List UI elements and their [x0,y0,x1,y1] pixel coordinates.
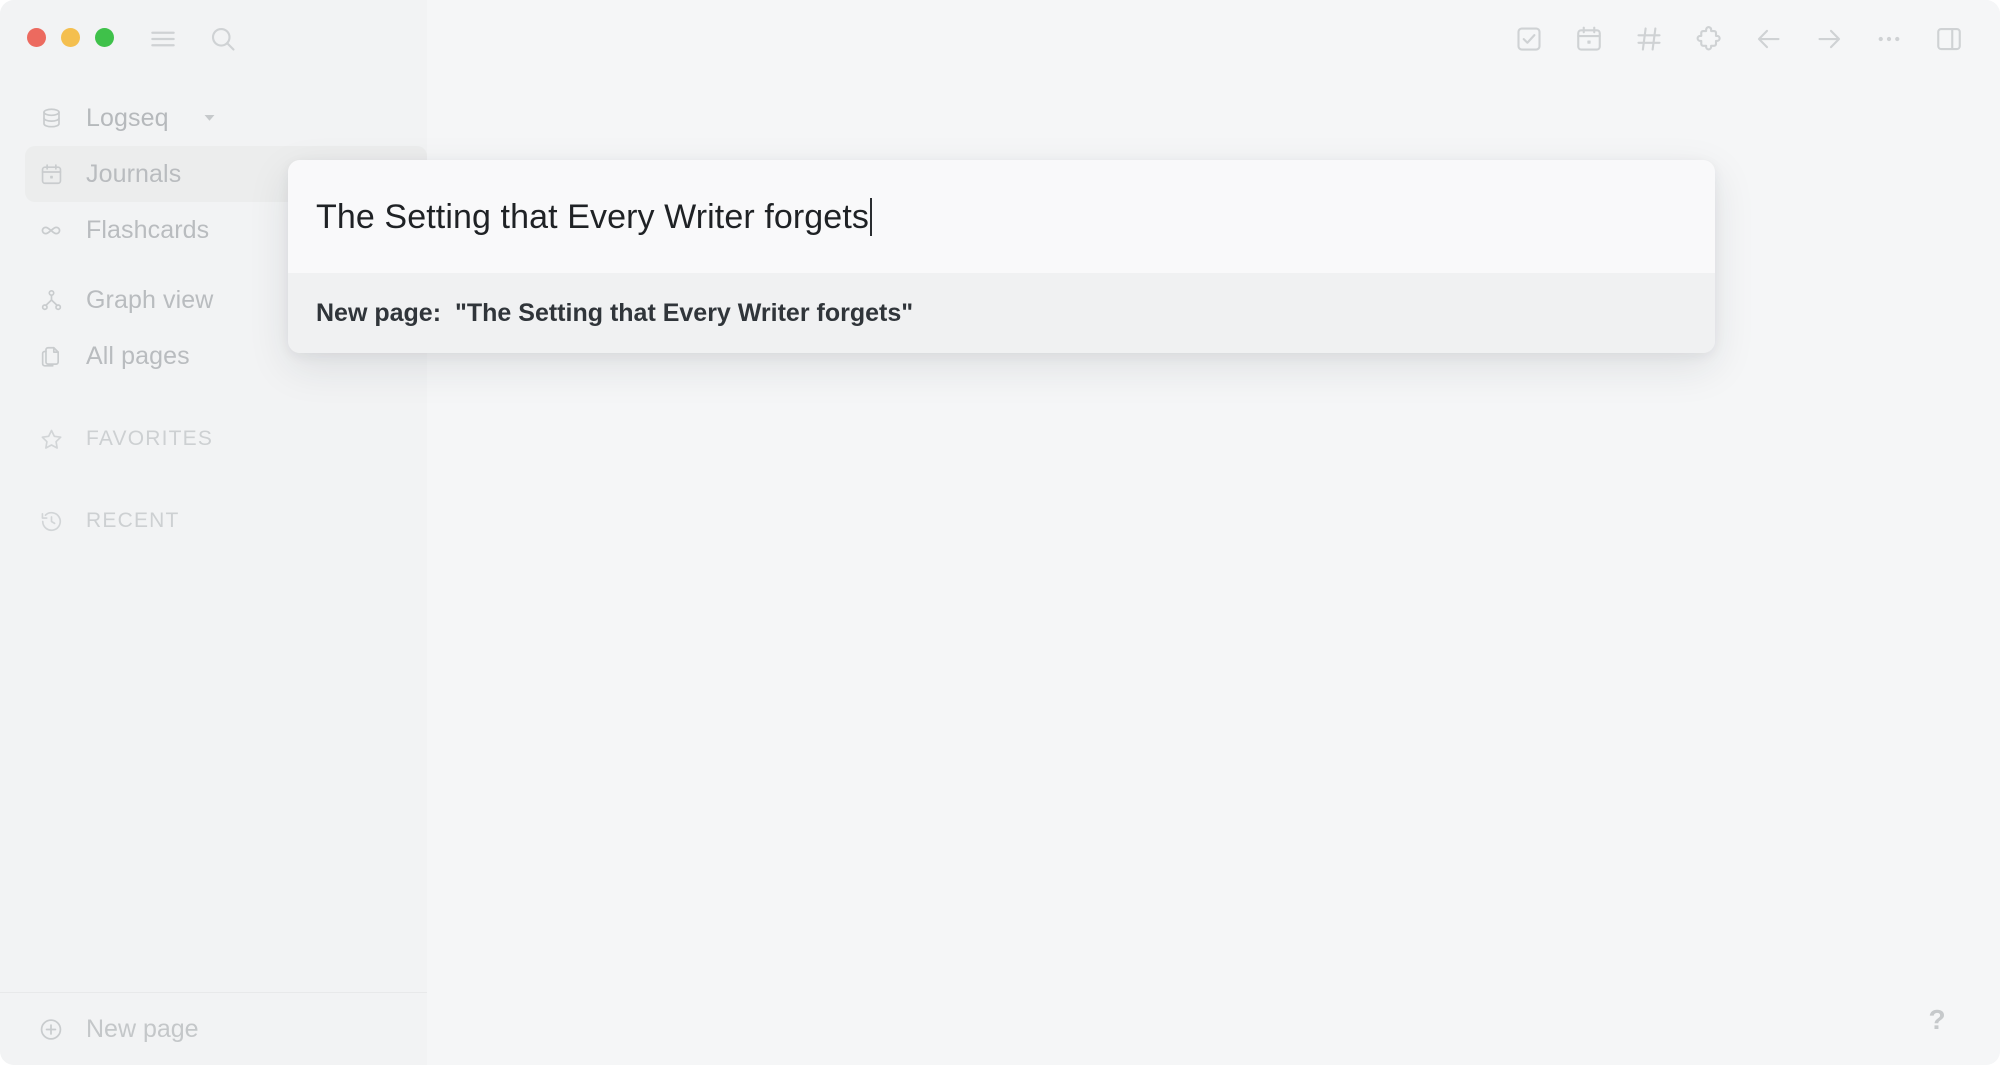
calendar-icon[interactable] [1574,24,1604,54]
chevron-down-icon[interactable] [201,104,218,133]
checkbox-todo-icon[interactable] [1514,24,1544,54]
search-create-page-modal: The Setting that Every Writer forgets Ne… [288,160,1715,353]
arrow-right-forward-icon[interactable] [1814,24,1844,54]
result-label: New page: [316,298,442,327]
sidebar-top-actions [148,24,238,54]
logseq-app-window: Logseq Journals Flashcards Graph view Al… [0,0,2000,1065]
window-close-button[interactable] [27,28,46,47]
hash-tag-icon[interactable] [1634,24,1664,54]
sidebar-item-label: Flashcards [86,215,210,244]
search-input-row[interactable]: The Setting that Every Writer forgets [288,160,1715,273]
sidebar-new-page-button[interactable]: New page [0,992,427,1065]
graph-nodes-icon [38,287,64,313]
help-button[interactable]: ? [1917,1000,1957,1040]
search-icon[interactable] [208,24,238,54]
plus-circle-icon [38,1016,64,1042]
sidebar-repo-label: Logseq [86,103,169,132]
sidebar-item-label: Graph view [86,285,214,314]
sidebar-item-label: Journals [86,159,182,188]
sidebar-repo-selector[interactable]: Logseq [0,90,427,146]
sidebar-item-label: All pages [86,341,190,370]
calendar-icon [38,161,64,187]
sidebar-section-label: RECENT [86,509,180,532]
search-result-new-page[interactable]: New page: "The Setting that Every Writer… [316,299,913,328]
right-sidebar-toggle-icon[interactable] [1934,24,1964,54]
search-input[interactable]: The Setting that Every Writer forgets [316,197,872,236]
window-traffic-lights [27,28,114,47]
database-icon [38,105,64,131]
sidebar-section-recent[interactable]: RECENT [0,494,427,548]
history-clock-icon [38,508,64,534]
result-value: "The Setting that Every Writer forgets" [455,298,914,327]
search-input-value: The Setting that Every Writer forgets [316,197,869,236]
top-toolbar [1514,24,1964,54]
star-icon [38,426,64,452]
hamburger-menu-icon[interactable] [148,24,178,54]
ellipsis-more-icon[interactable] [1874,24,1904,54]
sidebar-new-page-label: New page [86,1014,199,1043]
sidebar-section-label: FAVORITES [86,427,214,450]
help-label: ? [1928,1004,1946,1035]
pages-copy-icon [38,343,64,369]
text-caret [869,197,872,236]
window-maximize-button[interactable] [95,28,114,47]
infinity-icon [38,217,64,243]
search-results-list: New page: "The Setting that Every Writer… [288,273,1715,353]
puzzle-plugins-icon[interactable] [1694,24,1724,54]
sidebar-section-favorites[interactable]: FAVORITES [0,412,427,466]
window-minimize-button[interactable] [61,28,80,47]
arrow-left-back-icon[interactable] [1754,24,1784,54]
